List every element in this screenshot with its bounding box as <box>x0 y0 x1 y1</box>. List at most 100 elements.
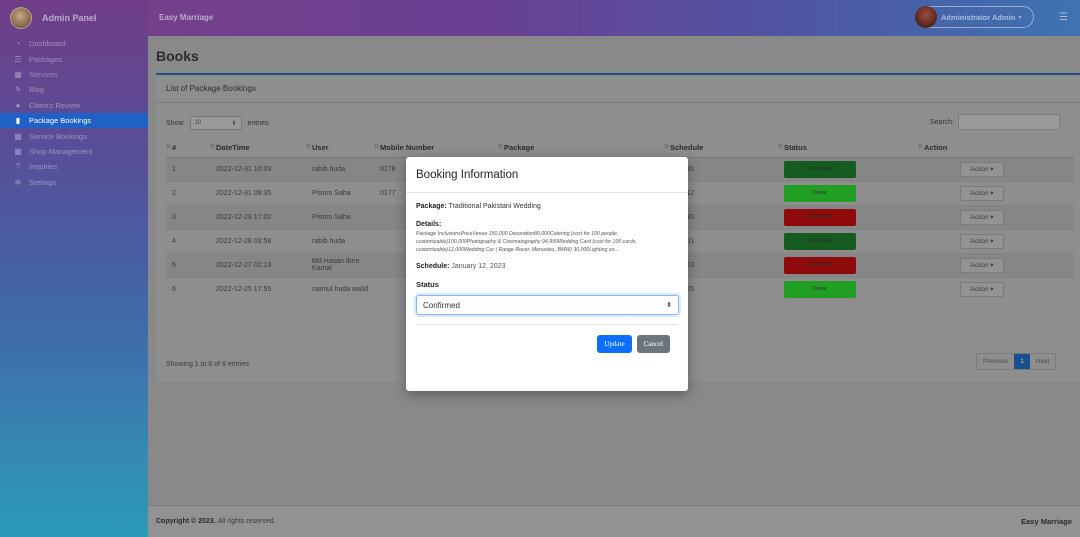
details-label: Details: <box>416 221 442 228</box>
packages-icon: ☰ <box>14 54 22 64</box>
status-badge: Cancelled <box>784 256 856 274</box>
topbar: Easy Marriage Administrator Admin ▾ ☰ <box>148 0 1080 36</box>
sort-icon: ⇅ <box>664 144 670 150</box>
chevron-down-icon: ▾ <box>1018 14 1022 21</box>
sort-icon: ⇅ <box>306 144 312 150</box>
cell-user: Md Hasan Ibne Kamal <box>306 252 374 277</box>
column-header[interactable]: ⇅ Status <box>778 139 918 158</box>
cell-action: Action ▾ <box>918 276 1074 301</box>
action-dropdown-button[interactable]: Action ▾ <box>960 281 1004 297</box>
sidebar-item-shop-management[interactable]: ▦ Shop Management <box>0 144 148 159</box>
cell-action: Action ▾ <box>918 228 1074 253</box>
cell-num: 3 <box>166 204 210 229</box>
column-header[interactable]: ⇅ Package <box>498 139 664 158</box>
package-value: Traditional Pakistani Wedding <box>448 203 541 210</box>
sidebar-item-service-bookings[interactable]: ▦ Service Bookings <box>0 128 148 143</box>
brand-logo <box>10 7 32 29</box>
sidebar-item-label: Dashboard <box>29 39 66 49</box>
modal-package: Package: Traditional Pakistani Wedding <box>416 203 678 210</box>
column-header-label: Status <box>784 143 807 153</box>
cell-datetime: 2022-12-28 03:58 <box>210 228 306 253</box>
pagination-previous[interactable]: Previous <box>977 354 1014 369</box>
cell-status: Confirmed <box>778 156 918 181</box>
page-title: Books <box>156 48 199 64</box>
footer-brand[interactable]: Easy Marriage <box>1021 517 1072 526</box>
column-header[interactable]: ⇅ DateTime <box>210 139 306 158</box>
action-dropdown-button[interactable]: Action ▾ <box>960 161 1004 177</box>
cell-user: naimul huda walid <box>306 276 374 301</box>
sort-icon: ⇅ <box>210 144 216 150</box>
cell-action: Action ▾ <box>918 252 1074 277</box>
topbar-title[interactable]: Easy Marriage <box>159 13 213 22</box>
cell-action: Action ▾ <box>918 204 1074 229</box>
column-header[interactable]: ⇅ Action <box>918 139 1074 158</box>
sidebar-item-blog[interactable]: ✎ Blog <box>0 82 148 97</box>
modal-body: Package: Traditional Pakistani Wedding D… <box>406 193 688 325</box>
cell-num: 1 <box>166 156 210 181</box>
status-badge: Confirmed <box>784 160 856 178</box>
length-value: 10 <box>194 120 202 126</box>
sidebar-item-label: Blog <box>29 85 45 95</box>
status-badge: Confirmed <box>784 232 856 250</box>
cell-datetime: 2022-12-31 09:35 <box>210 180 306 205</box>
action-dropdown-button[interactable]: Action ▾ <box>960 185 1004 201</box>
cancel-button[interactable]: Cancel <box>636 335 670 353</box>
pagination-page-1[interactable]: 1 <box>1014 354 1030 369</box>
calendar-icon: ▦ <box>14 131 22 141</box>
sidebar-item-client-s-review[interactable]: ● Client's Review <box>0 98 148 113</box>
column-header[interactable]: ⇅ Mobile Number <box>374 139 498 158</box>
cell-user: rabib huda <box>306 228 374 253</box>
status-select-value: Confirmed <box>423 300 460 310</box>
column-header-label: Package <box>504 143 535 153</box>
question-icon: ? <box>15 162 21 172</box>
length-select[interactable]: 10 ⬍ <box>189 116 242 130</box>
sidebar-item-inquiries[interactable]: ? Inquiries <box>0 159 148 174</box>
sidebar-brand[interactable]: Admin Panel <box>0 0 148 36</box>
select-arrows-icon: ⬍ <box>231 120 237 127</box>
sidebar-item-label: Package Bookings <box>29 116 92 126</box>
action-dropdown-button[interactable]: Action ▾ <box>960 257 1004 273</box>
footer-rights: All rights reserved. <box>217 518 276 525</box>
show-label: Show <box>166 119 184 127</box>
search-input[interactable] <box>958 114 1061 130</box>
footer: Copyright © 2023. All rights reserved. E… <box>148 505 1080 537</box>
cell-num: 6 <box>166 276 210 301</box>
search-control: Search: <box>930 114 1061 130</box>
column-header-label: Schedule <box>670 143 704 153</box>
status-label: Status <box>416 280 439 289</box>
sidebar-item-services[interactable]: ▦ Services <box>0 67 148 82</box>
pagination-next[interactable]: Next <box>1030 354 1055 369</box>
column-header[interactable]: ⇅ Schedule <box>664 139 778 158</box>
sidebar-item-label: Inquiries <box>29 162 58 172</box>
settings-icon: ✲ <box>14 177 22 187</box>
sidebar-item-settings[interactable]: ✲ Settings <box>0 175 148 190</box>
details-text: Package InclusionsPriceVenue 150,000 Dec… <box>416 231 637 253</box>
sort-icon: ⇅ <box>166 144 172 150</box>
sidebar-item-dashboard[interactable]: ◔ Dashboard <box>0 36 148 51</box>
user-menu[interactable]: Administrator Admin ▾ <box>915 6 1034 28</box>
brand-text: Admin Panel <box>42 13 97 23</box>
menu-icon[interactable]: ☰ <box>1059 12 1068 23</box>
action-dropdown-button[interactable]: Action ▾ <box>960 233 1004 249</box>
table-header-row: ⇅ # ⇅ DateTime ⇅ User ⇅ Mobile Number ⇅ Package ⇅ S… <box>166 139 1074 158</box>
update-button[interactable]: Update <box>597 335 632 353</box>
footer-copyright: Copyright © 2023. <box>156 518 216 525</box>
action-dropdown-button[interactable]: Action ▾ <box>960 209 1004 225</box>
sort-icon: ⇅ <box>374 144 380 150</box>
package-label: Package: <box>416 203 447 210</box>
column-header-label: DateTime <box>216 143 250 153</box>
avatar <box>915 6 937 28</box>
sidebar-item-package-bookings[interactable]: ▮ Package Bookings <box>0 112 148 129</box>
cell-datetime: 2022-12-29 17:02 <box>210 204 306 229</box>
column-header-label: # <box>172 143 177 153</box>
status-select[interactable]: Confirmed ⬍ <box>416 295 679 315</box>
cell-datetime: 2022-12-25 17:55 <box>210 276 306 301</box>
sidebar-item-packages[interactable]: ☰ Packages <box>0 51 148 66</box>
status-badge: Done <box>784 184 856 202</box>
column-header[interactable]: ⇅ # <box>166 139 210 158</box>
column-header-label: Action <box>924 143 948 153</box>
column-header-label: User <box>312 143 329 153</box>
shop-icon: ▦ <box>14 146 22 156</box>
table-info: Showing 1 to 6 of 6 entries <box>166 361 249 368</box>
column-header[interactable]: ⇅ User <box>306 139 374 158</box>
